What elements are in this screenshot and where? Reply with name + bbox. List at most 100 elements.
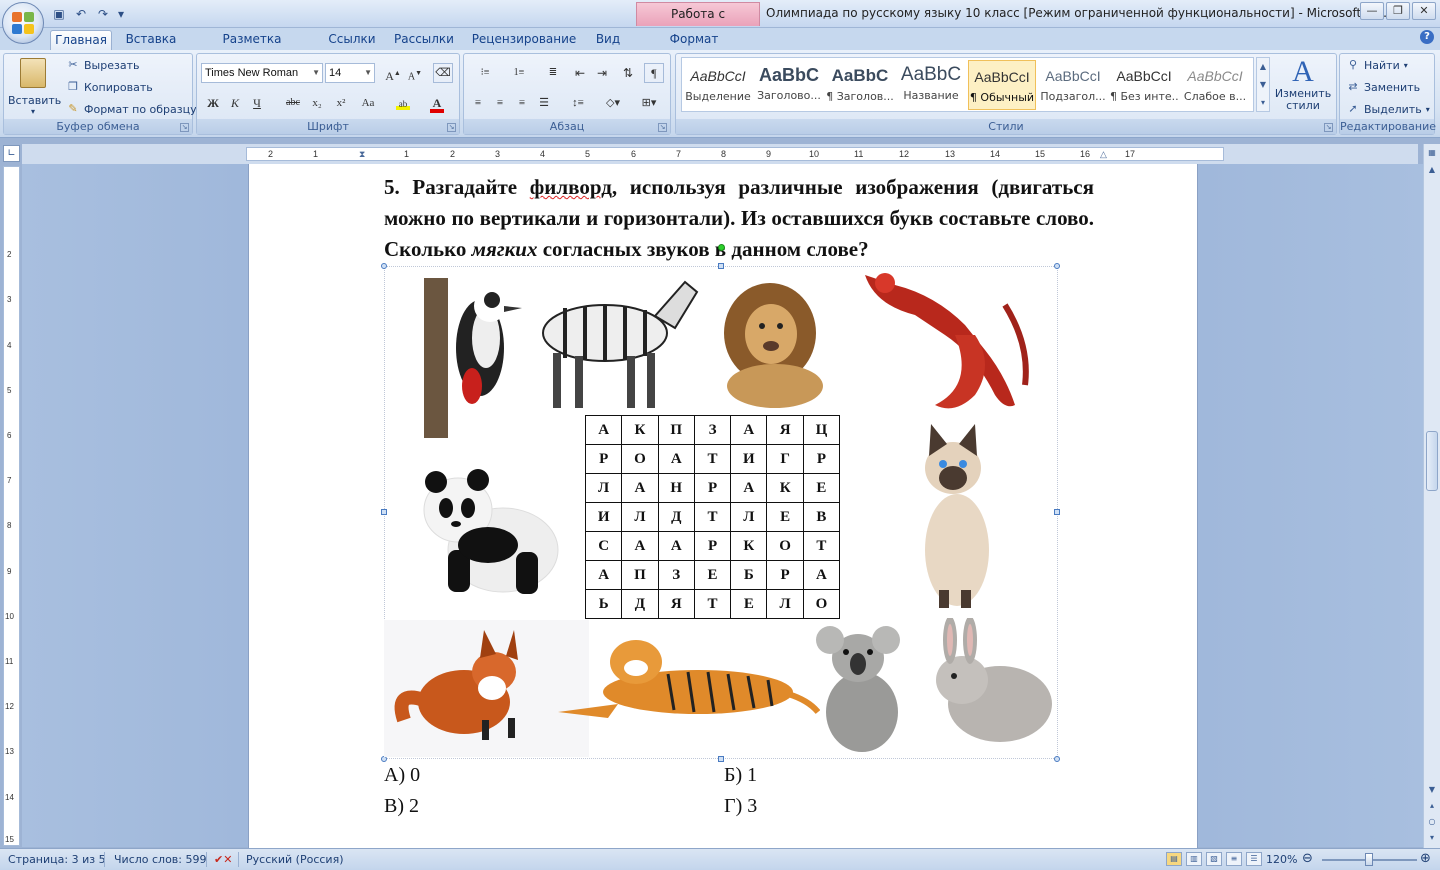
browse-object-icon[interactable]: ○	[1426, 816, 1438, 828]
minimize-icon[interactable]: —	[1360, 2, 1384, 20]
resize-handle[interactable]	[381, 263, 387, 269]
resize-handle[interactable]	[1054, 756, 1060, 762]
select-button[interactable]: ➚ Выделить ▾	[1346, 102, 1429, 116]
print-layout-icon[interactable]: ▤	[1166, 852, 1182, 866]
close-icon[interactable]: ✕	[1412, 2, 1436, 20]
dialog-launcher-icon[interactable]: ↘	[658, 123, 667, 132]
undo-icon[interactable]: ↶	[72, 5, 90, 23]
grow-font-button[interactable]: A▲	[383, 63, 403, 83]
help-icon[interactable]: ?	[1420, 30, 1434, 44]
resize-handle[interactable]	[1054, 263, 1060, 269]
replace-button[interactable]: ⇄ Заменить	[1346, 80, 1420, 94]
dialog-launcher-icon[interactable]: ↘	[1324, 123, 1333, 132]
web-layout-icon[interactable]: ▧	[1206, 852, 1222, 866]
sort-icon[interactable]: ⇅	[618, 63, 638, 83]
superscript-button[interactable]: x²	[331, 93, 351, 113]
resize-handle[interactable]	[718, 263, 724, 269]
tab-home[interactable]: Главная	[50, 30, 112, 50]
tab-references[interactable]: Ссылки	[326, 30, 378, 50]
justify-icon[interactable]: ☰	[534, 93, 554, 113]
change-case-button[interactable]: Аа	[355, 93, 381, 113]
show-marks-button[interactable]: ¶	[644, 63, 664, 83]
subscript-button[interactable]: x₂	[307, 93, 327, 113]
full-screen-reading-icon[interactable]: ▥	[1186, 852, 1202, 866]
page-indicator[interactable]: Страница: 3 из 5	[8, 853, 106, 866]
save-icon[interactable]: ▣	[50, 5, 68, 23]
italic-button[interactable]: К	[225, 93, 245, 113]
word-count[interactable]: Число слов: 599	[114, 853, 207, 866]
highlight-button[interactable]: ab	[389, 93, 417, 113]
vertical-ruler[interactable]: 23 45 67 89 10 11 12 13 14 15	[3, 166, 20, 846]
font-color-button[interactable]: A	[423, 93, 451, 113]
previous-page-icon[interactable]: ▴	[1426, 800, 1438, 812]
borders-icon[interactable]: ⊞▾	[634, 93, 664, 113]
zoom-level[interactable]: 120%	[1266, 853, 1297, 866]
office-button[interactable]	[2, 2, 44, 44]
tab-view[interactable]: Вид	[592, 30, 624, 50]
dialog-launcher-icon[interactable]: ↘	[447, 123, 456, 132]
horizontal-ruler[interactable]: 21 ⧗ 12 34 56 78 9 10 11 12 13 14 15 16 △ 17	[22, 144, 1418, 164]
question-text[interactable]: 5. Разгадайте филворд, используя различн…	[384, 172, 1094, 265]
scroll-thumb[interactable]	[1426, 431, 1438, 491]
restore-icon[interactable]: ❐	[1386, 2, 1410, 20]
customize-icon[interactable]: ▾	[116, 5, 126, 23]
bullets-icon[interactable]: ⁝≡	[470, 63, 500, 83]
numbering-icon[interactable]: 1≡	[504, 63, 534, 83]
vertical-scrollbar[interactable]: ▦ ▲ ▼ ▴ ○ ▾	[1423, 144, 1440, 848]
multilevel-list-icon[interactable]: ≣	[538, 63, 568, 83]
shrink-font-button[interactable]: A▼	[405, 63, 425, 83]
format-painter-button[interactable]: ✎ Формат по образцу	[66, 102, 196, 116]
shading-icon[interactable]: ◇▾	[598, 93, 628, 113]
language-indicator[interactable]: Русский (Россия)	[246, 853, 344, 866]
align-center-icon[interactable]: ≡	[490, 93, 510, 113]
font-name-combo[interactable]: Times New Roman ▼	[201, 63, 323, 83]
tab-mailings[interactable]: Рассылки	[393, 30, 455, 50]
tab-format[interactable]: Формат	[666, 30, 722, 50]
underline-button[interactable]: Ч	[247, 93, 267, 113]
next-page-icon[interactable]: ▾	[1426, 832, 1438, 844]
tab-selector-icon[interactable]: ∟	[3, 145, 20, 162]
scroll-up-icon[interactable]: ▲	[1426, 164, 1438, 176]
style-heading1[interactable]: AaBbC Заголово...	[755, 60, 823, 110]
tab-review[interactable]: Рецензирование	[470, 30, 578, 50]
resize-handle[interactable]	[718, 756, 724, 762]
find-button[interactable]: ⚲ Найти ▾	[1346, 58, 1408, 72]
indent-marker-icon[interactable]: ⧗	[359, 148, 365, 161]
style-subtitle[interactable]: AaBbCcI Подзагол...	[1039, 60, 1107, 110]
bold-button[interactable]: Ж	[203, 93, 223, 113]
paste-button[interactable]: Вставить ▾	[8, 58, 61, 118]
cut-button[interactable]: ✂ Вырезать	[66, 58, 139, 72]
zoom-out-icon[interactable]: ⊖	[1302, 851, 1313, 866]
zoom-slider-thumb[interactable]	[1365, 853, 1373, 866]
redo-icon[interactable]: ↷	[94, 5, 112, 23]
style-subtle-emphasis[interactable]: AaBbCcI Слабое в...	[1181, 60, 1249, 110]
align-left-icon[interactable]: ≡	[468, 93, 488, 113]
style-heading2[interactable]: AaBbC ¶ Заголов...	[826, 60, 894, 110]
align-right-icon[interactable]: ≡	[512, 93, 532, 113]
resize-handle[interactable]	[381, 509, 387, 515]
rotate-handle[interactable]	[718, 244, 725, 251]
dialog-launcher-icon[interactable]: ↘	[180, 123, 189, 132]
font-size-combo[interactable]: 14 ▼	[325, 63, 375, 83]
style-normal[interactable]: AaBbCcI ¶ Обычный	[968, 60, 1036, 110]
proofing-icon[interactable]: ✔✕	[214, 853, 232, 866]
draft-icon[interactable]: ☰	[1246, 852, 1262, 866]
style-emphasis[interactable]: AaBbCcI Выделение	[684, 60, 752, 110]
styles-scroll[interactable]: ▲ ▼ ▾	[1256, 57, 1270, 112]
scroll-down-icon[interactable]: ▼	[1426, 784, 1438, 796]
increase-indent-icon[interactable]: ⇥	[592, 63, 612, 83]
clear-format-icon[interactable]: ⌫	[433, 63, 453, 83]
tab-page-layout[interactable]: Разметка страницы	[193, 30, 311, 64]
copy-button[interactable]: ❐ Копировать	[66, 80, 153, 94]
decrease-indent-icon[interactable]: ⇤	[570, 63, 590, 83]
outline-icon[interactable]: ≡	[1226, 852, 1242, 866]
line-spacing-icon[interactable]: ↕≡	[564, 93, 592, 113]
strikethrough-button[interactable]: abc	[283, 93, 303, 113]
tab-insert[interactable]: Вставка	[124, 30, 178, 50]
style-title[interactable]: AaBbC Название	[897, 60, 965, 110]
ruler-toggle-icon[interactable]: ▦	[1426, 147, 1438, 159]
misspelled-word[interactable]: филворд	[530, 175, 612, 199]
zoom-in-icon[interactable]: ⊕	[1420, 851, 1431, 866]
style-no-spacing[interactable]: AaBbCcI ¶ Без инте...	[1110, 60, 1178, 110]
right-indent-icon[interactable]: △	[1100, 148, 1107, 161]
